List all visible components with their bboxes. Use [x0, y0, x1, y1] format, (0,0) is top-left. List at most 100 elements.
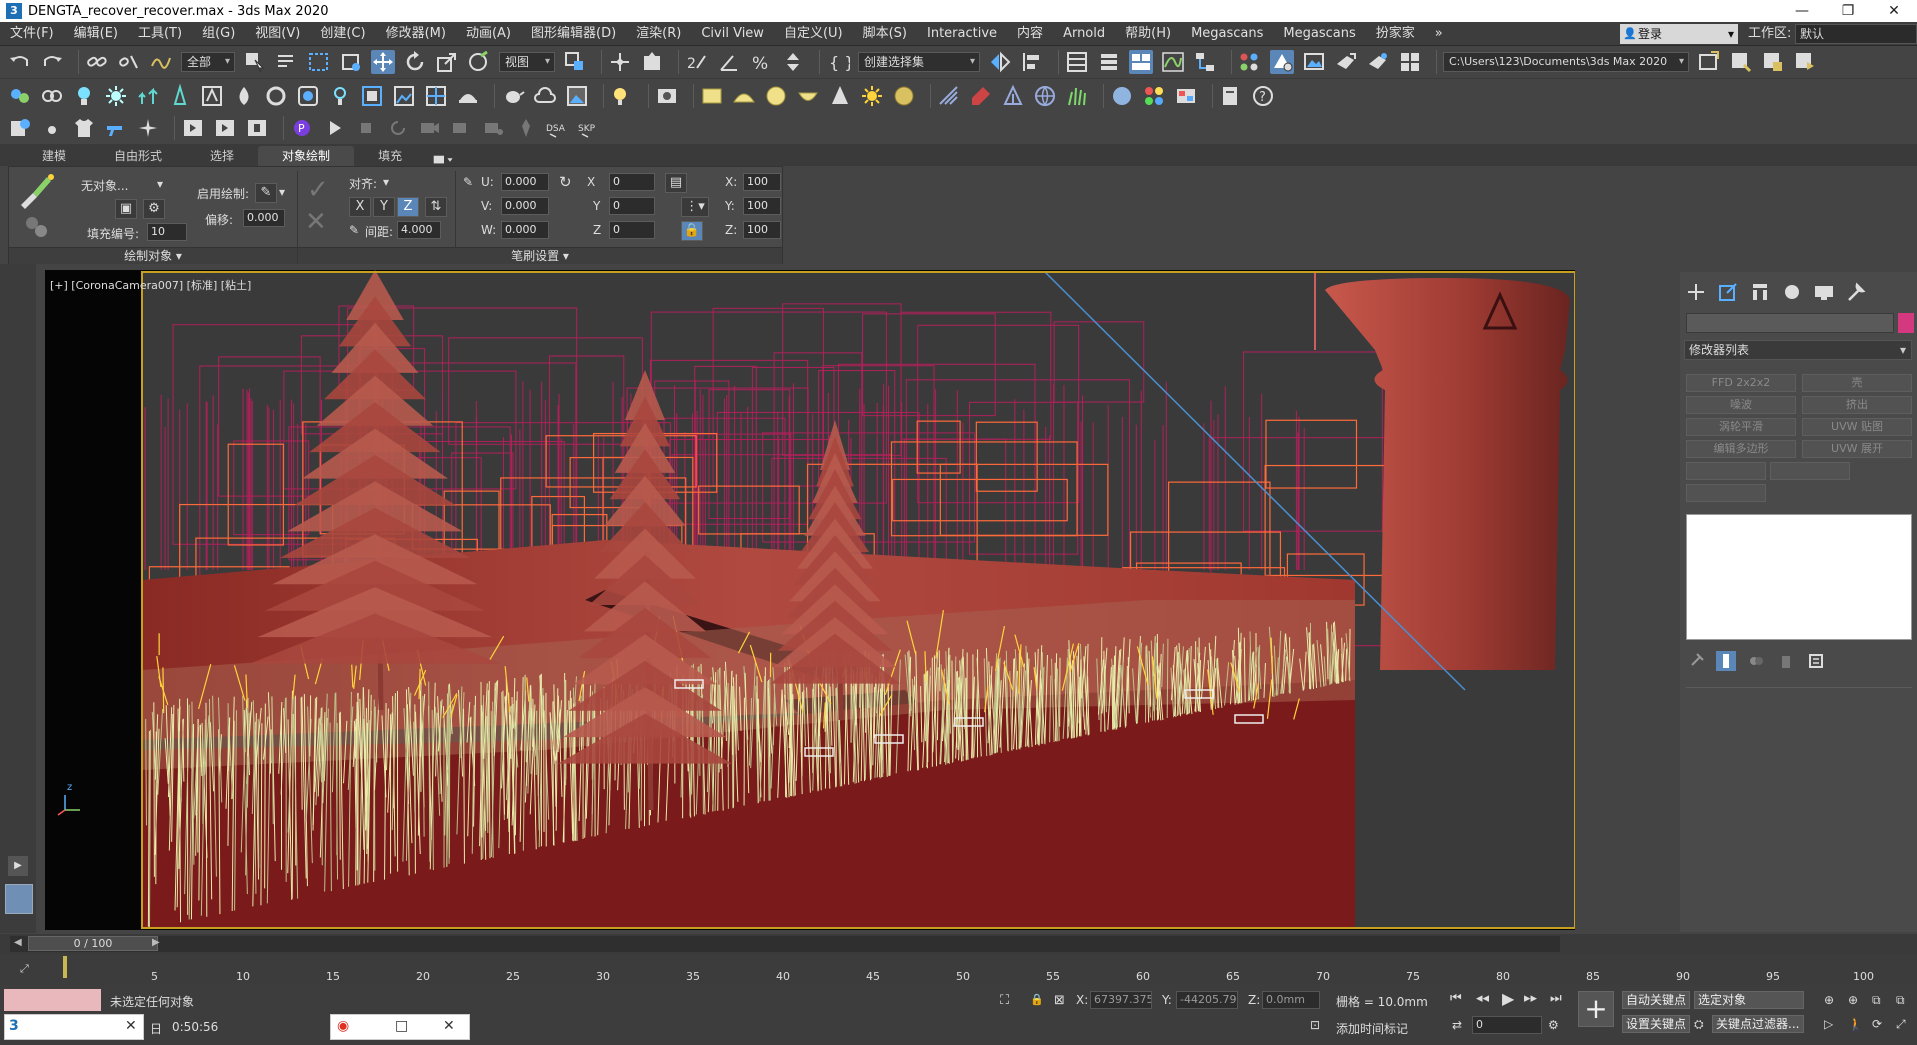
field-of-view-icon[interactable]: ▷ [1824, 1017, 1833, 1031]
undo-icon[interactable] [8, 50, 32, 74]
modifier-ffd-button[interactable]: FFD 2x2x2 [1686, 374, 1796, 392]
modifier-empty-button[interactable] [1770, 462, 1850, 480]
corona-lightmix-icon[interactable] [328, 84, 352, 108]
select-manipulate-icon[interactable] [608, 50, 632, 74]
zoom-extents-icon[interactable]: ⧉ [1872, 993, 1881, 1008]
modifier-extrude-button[interactable]: 挤出 [1802, 396, 1912, 414]
absolute-mode-icon[interactable]: ⊠ [1054, 993, 1065, 1008]
skp-icon[interactable]: SKP [578, 116, 602, 140]
motion-tab-icon[interactable] [1781, 281, 1803, 303]
modifier-uvw-map-button[interactable]: UVW 贴图 [1802, 418, 1912, 436]
window-crossing-icon[interactable] [339, 50, 363, 74]
key-mode-toggle-icon[interactable]: ⇄ [1452, 1018, 1462, 1032]
modifier-empty-button[interactable] [1686, 462, 1766, 480]
material-browser-icon[interactable] [1142, 84, 1166, 108]
globe-icon[interactable] [1033, 84, 1057, 108]
isolate-selection-icon[interactable]: ⛶ [1000, 993, 1009, 1008]
film-play-icon[interactable] [213, 116, 237, 140]
film-end-icon[interactable] [245, 116, 269, 140]
corona-cloud-icon[interactable] [533, 84, 557, 108]
align-icon[interactable] [1020, 50, 1044, 74]
viewport-label[interactable]: [+] [CoronaCamera007] [标准] [粘土] [50, 277, 251, 293]
project-folder-dropdown[interactable]: C:\Users\123\Documents\3ds Max 2020 [1443, 52, 1689, 72]
current-frame-input[interactable]: 0 [1472, 1016, 1542, 1034]
mini-curve-editor-toggle-icon[interactable]: ⤢ [20, 962, 29, 976]
material-slate-icon[interactable] [1174, 84, 1198, 108]
light-sphere-icon[interactable] [892, 84, 916, 108]
link-icon[interactable] [85, 50, 109, 74]
select-object-icon[interactable] [243, 50, 267, 74]
render-active-shade-icon[interactable] [1398, 50, 1422, 74]
redo-icon[interactable] [40, 50, 64, 74]
time-next-arrow-icon[interactable]: ▶ [152, 937, 160, 948]
utilities-tab-icon[interactable] [1845, 281, 1867, 303]
time-prev-arrow-icon[interactable]: ◀ [14, 937, 22, 948]
modifier-noise-button[interactable]: 噪波 [1686, 396, 1796, 414]
paint-tool-icon[interactable] [969, 84, 993, 108]
select-and-rotate-icon[interactable] [403, 50, 427, 74]
modifier-shell-button[interactable]: 壳 [1802, 374, 1912, 392]
menu-help[interactable]: 帮助(H) [1115, 22, 1181, 46]
go-to-end-icon[interactable]: ⏭ [1550, 991, 1562, 1006]
corona-interactive-icon[interactable] [40, 84, 64, 108]
w-input[interactable]: 0.000 [501, 221, 549, 239]
menu-scripting[interactable]: 脚本(S) [853, 22, 917, 46]
x-coord-input[interactable]: 67397.375 [1090, 991, 1152, 1009]
brush-settings-button[interactable]: ⚙ [143, 199, 165, 219]
corona-camera-mod-icon[interactable] [264, 84, 288, 108]
tab-modeling[interactable]: 建模 [18, 146, 90, 166]
sparkle-icon[interactable] [136, 116, 160, 140]
make-unique-icon[interactable] [1746, 651, 1766, 671]
corona-dome-icon[interactable] [456, 84, 480, 108]
paint-object-dropdown[interactable]: 无对象... [81, 177, 128, 194]
named-selection-dropdown[interactable]: 创建选择集 [858, 52, 980, 72]
zoom-all-icon[interactable]: ⊕ [1848, 993, 1858, 1007]
tab-selection[interactable]: 选择 [186, 146, 258, 166]
y-coord-input[interactable]: -44205.79 [1176, 991, 1238, 1009]
set-project-folder-icon[interactable] [1729, 50, 1753, 74]
configure-modifier-sets-icon[interactable] [1806, 651, 1826, 671]
rect-selection-region-icon[interactable] [307, 50, 331, 74]
key-filters-button[interactable]: 关键点过滤器... [1712, 1015, 1804, 1033]
corona-distance-icon[interactable] [424, 84, 448, 108]
menu-banjiajia[interactable]: 扮家家 [1366, 22, 1425, 46]
menu-animation[interactable]: 动画(A) [456, 22, 521, 46]
section-paint-objects[interactable]: 绘制对象 ▾ [9, 247, 297, 264]
bind-space-warp-icon[interactable] [149, 50, 173, 74]
keyboard-shortcut-override-icon[interactable] [640, 50, 664, 74]
grass-icon[interactable] [1065, 84, 1089, 108]
cone-primitive-icon[interactable] [828, 84, 852, 108]
scatter-tool-icon[interactable] [937, 84, 961, 108]
go-to-start-icon[interactable]: ⏮ [1450, 991, 1462, 1006]
modifier-unwrap-uvw-button[interactable]: UVW 展开 [1802, 440, 1912, 458]
pick-object-button[interactable]: ▣ [115, 199, 137, 219]
play-icon[interactable] [322, 116, 346, 140]
film-start-icon[interactable] [181, 116, 205, 140]
offset-input[interactable]: 0.000 [243, 209, 285, 227]
pin-stack-icon[interactable] [1686, 651, 1706, 671]
menu-megascans-2[interactable]: Megascans [1273, 22, 1365, 46]
rot-z-input[interactable]: 0 [609, 221, 655, 239]
hierarchy-tab-icon[interactable] [1749, 281, 1771, 303]
modifier-stack-list[interactable] [1686, 514, 1912, 640]
sun-light-icon[interactable] [860, 84, 884, 108]
rotate-icon[interactable]: ↻ [559, 173, 572, 191]
object-name-field[interactable] [1686, 313, 1894, 333]
corona-render-icon[interactable] [610, 84, 634, 108]
walk-through-icon[interactable]: 🚶 [1848, 1017, 1863, 1031]
schematic-view-icon[interactable] [1193, 50, 1217, 74]
menu-tools[interactable]: 工具(T) [128, 22, 192, 46]
render-production-icon[interactable] [1334, 50, 1358, 74]
scale-y-input[interactable]: 100 [743, 197, 781, 215]
viewport-layout-thumbnail[interactable] [5, 884, 33, 914]
scale-mode-icon[interactable]: ▤ [665, 173, 687, 193]
modifier-empty-button[interactable] [1686, 484, 1766, 502]
select-and-move-icon[interactable] [371, 50, 395, 74]
track-bar[interactable]: ⤢ 5 10 15 20 25 30 35 40 45 50 55 60 65 … [0, 954, 1917, 985]
previous-frame-icon[interactable]: ◂◂ [1476, 991, 1489, 1006]
cancel-x-icon[interactable]: ✕ [305, 207, 327, 237]
select-and-place-icon[interactable] [467, 50, 491, 74]
u-input[interactable]: 0.000 [501, 173, 549, 191]
modifier-turbosmooth-button[interactable]: 涡轮平滑 [1686, 418, 1796, 436]
render-setup-icon[interactable] [1270, 50, 1294, 74]
